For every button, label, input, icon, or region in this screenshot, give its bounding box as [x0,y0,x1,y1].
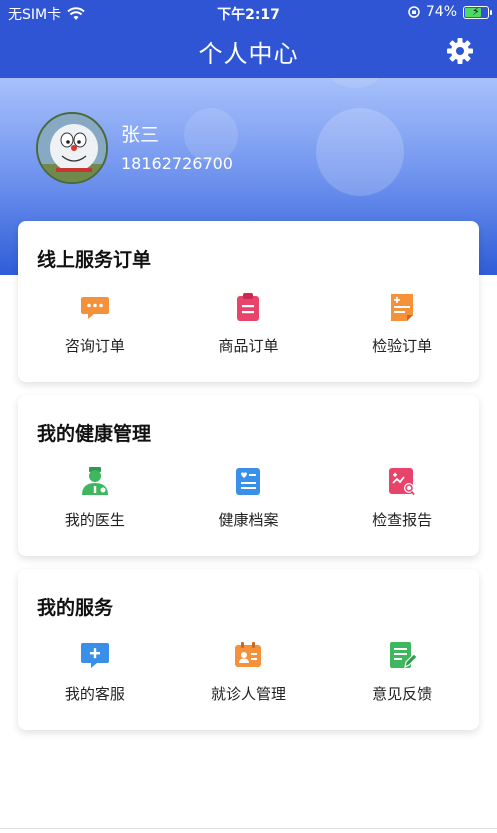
user-name: 张三 [121,124,160,146]
status-bar: 无SIM卡 下午2:17 74% ⚡ [0,0,497,26]
patient-card-icon [235,642,262,667]
user-phone: 18162726700 [121,154,233,173]
clipboard-icon [237,293,260,321]
section-title: 线上服务订单 [37,249,152,271]
consult-order-button[interactable]: 咨询订单 [18,291,172,356]
health-record-icon [236,468,261,495]
decor-bubble [330,78,380,88]
item-label: 我的客服 [64,685,125,703]
customer-service-button[interactable]: 我的客服 [18,639,172,704]
gear-icon[interactable] [445,36,475,66]
section-title: 我的健康管理 [37,423,152,445]
product-order-button[interactable]: 商品订单 [172,291,326,356]
patient-management-button[interactable]: 就诊人管理 [172,639,326,704]
feedback-icon [390,642,418,669]
item-label: 健康档案 [218,511,279,529]
item-label: 商品订单 [218,337,279,355]
item-label: 意见反馈 [372,685,433,703]
section-title: 我的服务 [37,597,114,619]
health-record-button[interactable]: 健康档案 [172,465,326,530]
online-orders-card: 线上服务订单 咨询订单 商品订单 检验订单 [18,221,479,382]
lab-order-button[interactable]: 检验订单 [325,291,479,356]
item-label: 检查报告 [372,511,433,529]
battery-percent: 74% [425,4,457,20]
lab-report-icon [391,294,414,321]
avatar[interactable] [36,112,108,184]
doctor-icon [81,467,108,495]
item-label: 就诊人管理 [210,685,286,703]
my-doctor-button[interactable]: 我的医生 [18,465,172,530]
decor-bubble [316,108,404,196]
item-label: 检验订单 [372,337,433,355]
battery-icon: ⚡ [463,5,492,19]
bottom-divider [0,828,497,829]
nav-bar: 个人中心 [0,26,497,78]
page-title: 个人中心 [198,40,299,68]
item-label: 我的医生 [64,511,125,529]
orientation-lock-icon [408,6,420,18]
check-report-button[interactable]: 检查报告 [325,465,479,530]
customer-service-icon [80,643,109,668]
status-right: 74% ⚡ [408,4,492,20]
item-label: 咨询订单 [64,337,125,355]
check-report-icon [389,468,415,496]
my-services-card: 我的服务 我的客服 就诊人管理 意见反馈 [18,569,479,730]
health-management-card: 我的健康管理 我的医生 健康档案 检查报告 [18,395,479,556]
feedback-button[interactable]: 意见反馈 [325,639,479,704]
chat-bubble-icon [80,297,109,319]
